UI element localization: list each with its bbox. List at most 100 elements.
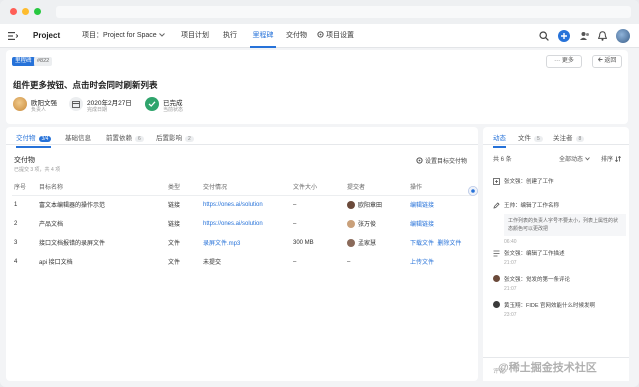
back-button[interactable]: 返回 xyxy=(592,55,622,68)
feed-sort-label: 排序 xyxy=(601,157,614,163)
set-target-deliverables-button[interactable]: 设置目标交付物 xyxy=(416,156,467,165)
table-row[interactable]: 3 接口文档报错的录屏文件 文件 录屏文件.mp3 300 MB 孟家慧 下载文… xyxy=(12,233,472,252)
add-icon[interactable] xyxy=(558,30,570,42)
delete-file-button[interactable]: 删除文件 xyxy=(437,241,461,247)
submitter-name: 张万俊 xyxy=(358,221,377,228)
description-icon xyxy=(493,250,500,257)
tab-successors[interactable]: 后置影响 2 xyxy=(156,132,194,142)
feed-item: 王帅：编辑了工作名称 工作列表的负责人字号不要太小，列表上属性的状态颜色可以更改… xyxy=(493,201,628,245)
date-label: 完成日期 xyxy=(87,107,108,113)
milestone-header: 里程碑 #822 ··· 更多 返回 组件更多按钮、点击时会同时刷新列表 欧阳文… xyxy=(6,50,628,124)
search-icon[interactable] xyxy=(539,31,549,41)
address-bar[interactable] xyxy=(56,6,631,18)
row-type: 文件 xyxy=(168,241,181,247)
gear-icon xyxy=(416,157,423,164)
commenter-avatar xyxy=(493,275,500,282)
feed-tabs: 动态 文件 5 关注者 8 xyxy=(483,127,629,148)
tab-count: 8 xyxy=(575,136,585,142)
tab-files[interactable]: 文件 5 xyxy=(518,132,543,142)
project-label: 项目：Project for Space xyxy=(82,32,157,39)
col-actions: 操作 xyxy=(410,185,423,192)
activity-panel: 动态 文件 5 关注者 8 共 6 条 全部动态 排序 张文强：创建了工作 王帅：编… xyxy=(483,127,629,381)
tab-project-plan[interactable]: 项目计划 xyxy=(181,24,209,48)
tab-milestone[interactable]: 里程碑 xyxy=(250,24,276,48)
back-arrow-icon xyxy=(597,57,603,62)
bell-icon[interactable] xyxy=(598,31,607,41)
users-icon[interactable] xyxy=(580,31,590,41)
sort-icon xyxy=(614,155,621,163)
milestone-tag: 里程碑 xyxy=(12,57,35,66)
feed-text: 张文强：编辑了工作描述 xyxy=(504,251,565,257)
upload-file-button[interactable]: 上传文件 xyxy=(410,260,434,266)
edit-link-button[interactable]: 编辑链接 xyxy=(410,222,434,228)
deliverables-table: 序号 目标名称 类型 交付情况 文件大小 提交者 操作 1 富文本编辑器的操作示… xyxy=(12,179,472,271)
add-column-icon[interactable] xyxy=(468,186,478,196)
row-type: 文件 xyxy=(168,260,181,266)
app-title: Project xyxy=(33,31,61,40)
tab-execution[interactable]: 执行 xyxy=(223,24,237,48)
feed-time: 23:07 xyxy=(504,312,517,318)
feed-time: 21:07 xyxy=(504,260,517,266)
row-delivery-link[interactable]: https://ones.ai/solution xyxy=(203,214,293,233)
feed-text: 张文强：觉发的第一条评论 xyxy=(504,277,571,283)
tab-deliverables-detail[interactable]: 交付物 3/4 xyxy=(16,132,52,148)
commenter-avatar xyxy=(493,301,500,308)
row-delivery-link[interactable]: https://ones.ai/solution xyxy=(203,195,293,214)
check-icon xyxy=(148,101,156,107)
edit-link-button[interactable]: 编辑链接 xyxy=(410,203,434,209)
close-dot[interactable] xyxy=(10,8,17,15)
table-row[interactable]: 1 富文本编辑器的操作示范 链接 https://ones.ai/solutio… xyxy=(12,195,472,214)
tab-predecessors[interactable]: 前置依赖 6 xyxy=(106,132,144,142)
row-type: 链接 xyxy=(168,203,181,210)
status-label: 当前状态 xyxy=(163,107,184,113)
deliverables-title: 交付物 xyxy=(14,157,35,164)
tab-deliverables[interactable]: 交付物 xyxy=(286,24,307,48)
top-nav: Project 项目：Project for Space 项目计划 执行 里程碑… xyxy=(0,24,639,48)
calendar-icon xyxy=(72,101,80,108)
row-no: 4 xyxy=(14,258,18,265)
table-row[interactable]: 4 api 接口文档 文件 未提交 – – 上传文件 xyxy=(12,252,472,271)
gear-icon xyxy=(317,31,324,38)
row-submitter: – xyxy=(347,258,351,265)
feed-filter[interactable]: 全部动态 xyxy=(559,154,590,163)
owner-avatar xyxy=(13,97,27,111)
row-no: 3 xyxy=(14,239,18,246)
feed-text: 黄玉翔：FIDE 官网效能什么时候发啊 xyxy=(504,303,596,309)
deliverables-panel: 交付物 3/4 基础信息 前置依赖 6 后置影响 2 交付物 已提交 3 项，共 4 … xyxy=(6,127,478,381)
deliverables-subtitle: 已提交 3 项，共 4 项 xyxy=(14,167,61,173)
chevron-down-icon xyxy=(158,33,165,37)
tab-project-settings[interactable]: 项目设置 xyxy=(317,24,354,48)
tab-followers[interactable]: 关注者 8 xyxy=(553,132,585,142)
tab-count: 5 xyxy=(534,136,543,142)
row-size: – xyxy=(293,258,297,265)
download-file-button[interactable]: 下载文件 xyxy=(410,241,434,247)
feed-text: 张文强：创建了工作 xyxy=(504,179,554,185)
minimize-dot[interactable] xyxy=(22,8,29,15)
row-submitter: 孟家慧 xyxy=(347,233,410,252)
col-delivery: 交付情况 xyxy=(203,185,228,192)
tab-basic-info[interactable]: 基础信息 xyxy=(65,132,91,142)
tab-label: 文件 xyxy=(518,135,531,142)
app-window: Project 项目：Project for Space 项目计划 执行 里程碑… xyxy=(0,0,639,387)
project-selector[interactable]: 项目：Project for Space xyxy=(82,24,165,48)
owner-role: 负责人 xyxy=(31,107,47,113)
feed-time: 21:07 xyxy=(504,286,517,292)
row-no: 2 xyxy=(14,220,18,227)
feed-sort[interactable]: 排序 xyxy=(601,154,621,163)
set-target-label: 设置目标交付物 xyxy=(425,159,468,165)
row-size: 300 MB xyxy=(293,239,314,246)
tab-count: 6 xyxy=(135,136,144,142)
tab-label: 前置依赖 xyxy=(106,135,132,142)
tab-activity[interactable]: 动态 xyxy=(493,132,506,148)
user-avatar[interactable] xyxy=(616,29,630,43)
maximize-dot[interactable] xyxy=(34,8,41,15)
more-button[interactable]: ··· 更多 xyxy=(546,55,582,68)
table-row[interactable]: 2 产品文档 链接 https://ones.ai/solution – 张万俊… xyxy=(12,214,472,233)
menu-toggle-icon[interactable] xyxy=(8,32,18,40)
row-delivery-status: 未提交 xyxy=(203,260,222,266)
browser-chrome xyxy=(0,0,639,24)
row-delivery-file[interactable]: 录屏文件.mp3 xyxy=(203,233,293,252)
tab-count: 3/4 xyxy=(38,136,52,142)
submitter-name: 欧阳章田 xyxy=(358,203,383,210)
feed-total: 共 6 条 xyxy=(493,157,512,163)
